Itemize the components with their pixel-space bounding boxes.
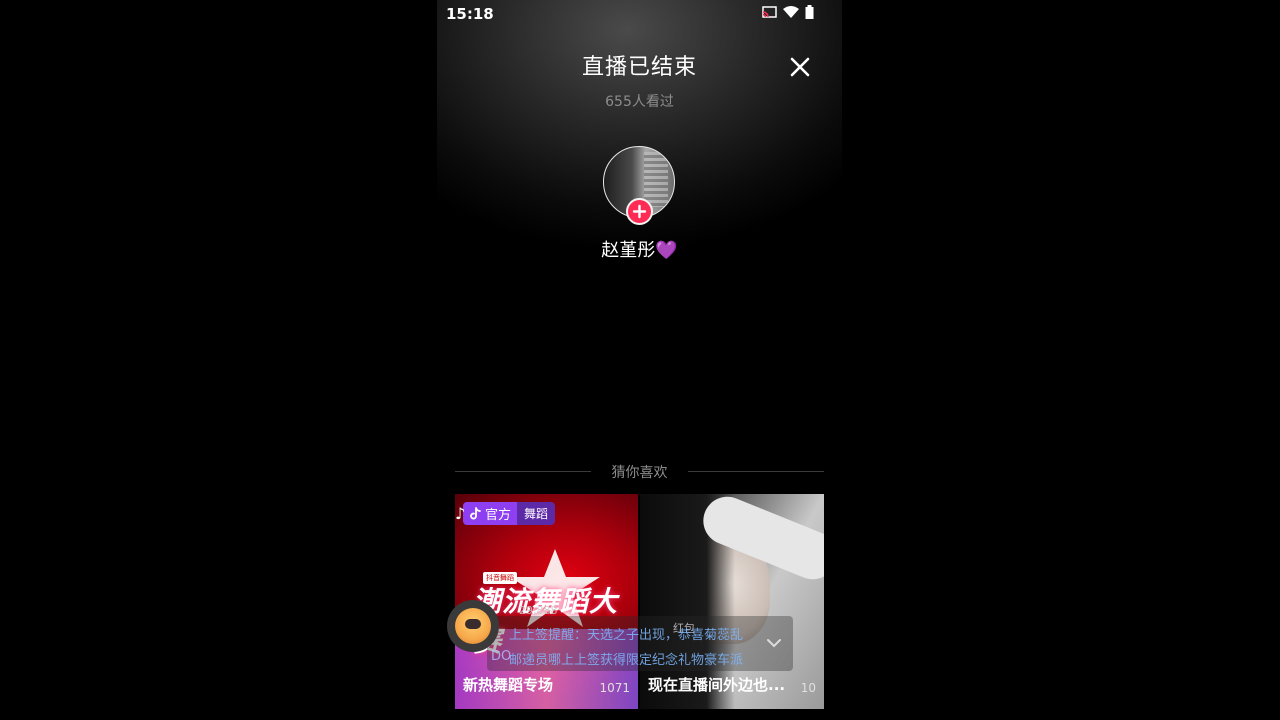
recommend-section-header: 猜你喜欢 bbox=[455, 461, 824, 481]
page-title: 直播已结束 bbox=[581, 55, 697, 80]
plus-icon bbox=[632, 204, 647, 219]
tiktok-icon bbox=[470, 507, 481, 520]
card-viewer-count: 10 bbox=[800, 681, 816, 695]
divider-right bbox=[688, 471, 824, 472]
card-viewer-count: 1071 bbox=[599, 681, 630, 695]
cast-icon bbox=[762, 6, 777, 18]
danmaku-text: 邮递员哪上上签获得限定纪念礼物豪车派 bbox=[509, 653, 744, 668]
danmaku-text: 29,888 bbox=[519, 604, 558, 617]
card-title: 现在直播间外边也... bbox=[648, 676, 786, 694]
battery-icon bbox=[805, 5, 814, 19]
status-bar: 15:18 bbox=[437, 0, 842, 28]
wifi-icon bbox=[783, 6, 799, 18]
status-time: 15:18 bbox=[446, 5, 494, 23]
status-icons bbox=[762, 5, 814, 19]
category-badge: 舞蹈 bbox=[517, 502, 556, 525]
avatar-image-detail bbox=[644, 152, 668, 207]
danmaku-text: 上上签提醒：天选之子出现，恭喜菊蕊乱 bbox=[509, 628, 744, 643]
viewer-count: 655人看过 bbox=[605, 94, 674, 110]
partial-card-edge: ♪ bbox=[455, 504, 466, 523]
chevron-down-icon[interactable] bbox=[763, 632, 785, 654]
card-badge: 官方 舞蹈 bbox=[463, 502, 556, 525]
floating-mascot-icon[interactable] bbox=[447, 600, 499, 652]
follow-button[interactable] bbox=[626, 198, 653, 225]
card-title: 新热舞蹈专场 bbox=[463, 676, 554, 694]
official-badge-label: 官方 bbox=[485, 508, 512, 523]
close-icon[interactable] bbox=[789, 56, 811, 78]
mascot-eyes bbox=[465, 619, 481, 629]
live-card[interactable]: 现在直播间外边也... 10 bbox=[640, 494, 824, 709]
streamer-name[interactable]: 赵堇彤💜 bbox=[437, 236, 842, 262]
phone-screen: 15:18 直播已结束 655人看过 赵堇彤💜 猜你喜欢 抖音舞蹈 潮流舞蹈大 … bbox=[437, 0, 842, 720]
recommend-section-label: 猜你喜欢 bbox=[611, 465, 668, 481]
official-badge: 官方 bbox=[463, 502, 518, 525]
